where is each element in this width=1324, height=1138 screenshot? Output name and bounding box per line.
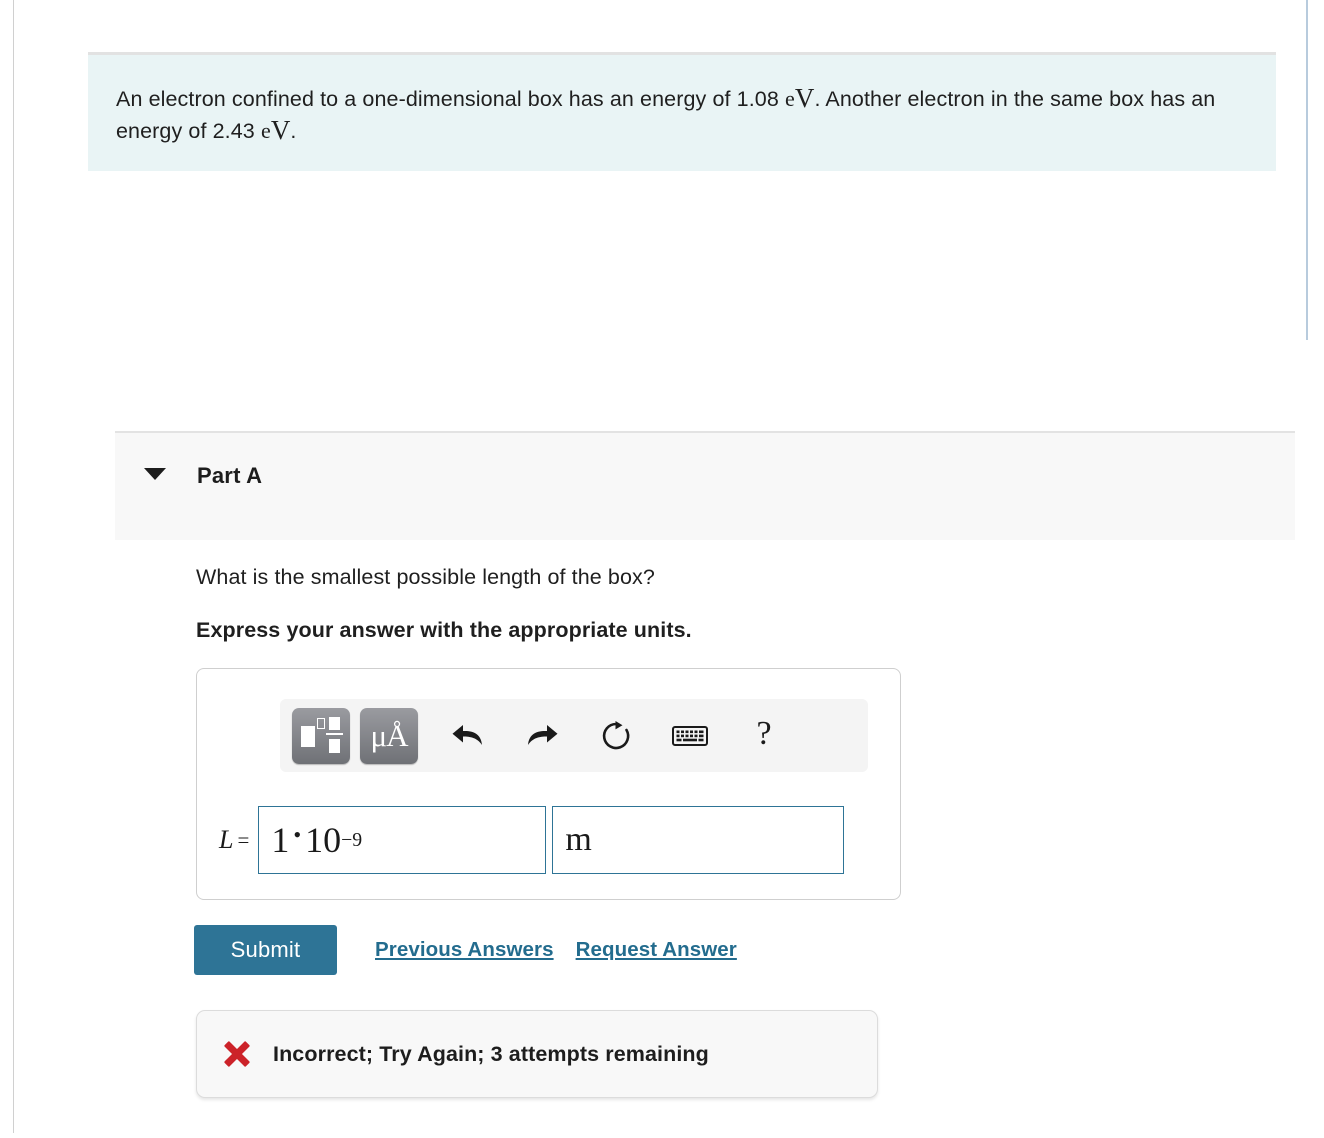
- variable-label: L: [219, 825, 234, 854]
- submit-button[interactable]: Submit: [194, 925, 337, 975]
- action-row: Submit Previous Answers Request Answer: [194, 925, 737, 975]
- answer-unit-input[interactable]: m: [552, 806, 845, 874]
- undo-button[interactable]: [440, 708, 496, 764]
- problem-text-part-1: An electron confined to a one-dimensiona…: [116, 87, 785, 111]
- problem-statement-text: An electron confined to a one-dimensiona…: [116, 83, 1246, 147]
- energy-unit-2: eV: [260, 115, 291, 145]
- problem-statement-box: An electron confined to a one-dimensiona…: [88, 52, 1276, 171]
- micro-angstrom-icon: μÅ: [370, 718, 408, 753]
- answer-value-input[interactable]: 1 • 10 −9: [258, 806, 547, 874]
- red-x-icon: [223, 1040, 251, 1068]
- redo-button[interactable]: [514, 708, 570, 764]
- math-toolbar: μÅ ?: [280, 699, 868, 772]
- feedback-box: Incorrect; Try Again; 3 attempts remaini…: [196, 1010, 878, 1098]
- page-left-border: [13, 0, 14, 1133]
- unit-value: m: [565, 821, 592, 858]
- math-template-icon: [301, 716, 343, 755]
- question-instruction: Express your answer with the appropriate…: [196, 618, 692, 642]
- math-template-button[interactable]: [292, 707, 350, 764]
- value-operator: •: [293, 822, 302, 847]
- keyboard-icon: [672, 725, 708, 746]
- part-a-header[interactable]: Part A: [115, 431, 1295, 540]
- answer-panel: μÅ ? L = 1 • 10 −9 m: [196, 668, 901, 900]
- previous-answers-link[interactable]: Previous Answers: [375, 938, 554, 962]
- page-right-border: [1306, 0, 1308, 340]
- energy-unit-1: eV: [784, 83, 815, 113]
- redo-arrow-icon: [528, 724, 558, 745]
- feedback-message: Incorrect; Try Again; 3 attempts remaini…: [273, 1041, 709, 1066]
- reset-button[interactable]: [588, 708, 644, 764]
- chevron-down-icon[interactable]: [144, 468, 166, 480]
- keyboard-button[interactable]: [662, 708, 718, 764]
- question-prompt: What is the smallest possible length of …: [196, 565, 655, 589]
- problem-text-part-3: .: [290, 119, 297, 143]
- request-answer-link[interactable]: Request Answer: [576, 938, 737, 962]
- part-title: Part A: [197, 463, 263, 488]
- help-button[interactable]: ?: [736, 706, 792, 766]
- undo-arrow-icon: [452, 724, 482, 745]
- value-base: 10: [305, 820, 342, 860]
- value-mantissa: 1: [271, 820, 290, 860]
- units-button[interactable]: μÅ: [360, 707, 418, 764]
- reset-circular-arrow-icon: [602, 720, 630, 749]
- equals-sign: =: [237, 827, 250, 852]
- answer-input-row: L = 1 • 10 −9 m: [219, 806, 845, 874]
